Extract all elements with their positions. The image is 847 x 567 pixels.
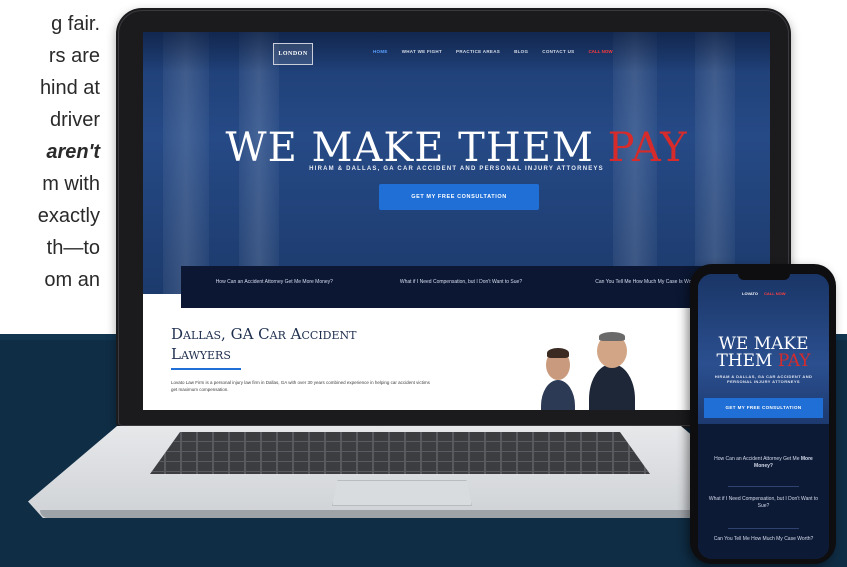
site-navbar: LONDON HOME WHAT WE FIGHT PRACTICE AREAS…	[143, 40, 770, 66]
phone-subheadline: HIRAM & DALLAS, GA CAR ACCIDENT AND PERS…	[714, 374, 813, 385]
article-line: om an	[44, 269, 100, 291]
hero-section: LONDON HOME WHAT WE FIGHT PRACTICE AREAS…	[143, 32, 770, 294]
phone-headline-line2: THEM PAY	[698, 353, 829, 370]
site-logo[interactable]: LONDON	[273, 43, 313, 65]
phone-headline-line2-main: THEM	[716, 351, 778, 371]
section-text: Lovato Law Firm is a personal injury law…	[171, 380, 430, 392]
attorney-photo-left-hair	[547, 348, 569, 358]
phone-headline-accent: PAY	[777, 351, 811, 371]
faq-bar: How Can an Accident Attorney Get Me More…	[181, 266, 741, 308]
article-line: exactly	[37, 205, 100, 227]
phone-faq-list: How Can an Accident Attorney Get Me More…	[698, 424, 829, 559]
nav-home[interactable]: HOME	[373, 48, 388, 56]
site-logo-text: LONDON	[278, 51, 308, 57]
laptop-keyboard-rows	[150, 432, 650, 474]
nav-blog[interactable]: BLOG	[514, 48, 528, 56]
phone-faq-link[interactable]: What if I Need Compensation, but I Don't…	[708, 496, 819, 511]
attorney-photo-right	[589, 364, 635, 410]
article-text-excerpt: g fair. rs are hind at driver aren't m w…	[0, 0, 130, 330]
hero-headline: WE MAKE THEM PAY	[143, 128, 770, 168]
phone-call-link[interactable]: CALL NOW	[764, 292, 785, 296]
phone-faq-divider	[728, 486, 799, 487]
phone-faq-link[interactable]: How Can an Accident Attorney Get Me More…	[708, 456, 819, 471]
phone-headline: WE MAKE THEM PAY	[698, 336, 829, 370]
article-line: th—to	[46, 237, 100, 259]
section-title-underline	[171, 368, 241, 370]
faq-link[interactable]: What if I Need Compensation, but I Don't…	[368, 266, 555, 308]
nav-links: HOME WHAT WE FIGHT PRACTICE AREAS BLOG C…	[373, 48, 613, 56]
phone-free-consultation-button[interactable]: GET MY FREE CONSULTATION	[704, 398, 823, 418]
phone-faq-text: How Can an Accident Attorney Get Me	[714, 456, 801, 462]
hero-subheadline: HIRAM & DALLAS, GA CAR ACCIDENT AND PERS…	[309, 166, 604, 172]
laptop-trackpad	[332, 480, 472, 506]
section-title: Dallas, GA Car Accident Lawyers	[171, 325, 357, 364]
article-line-emphasis: aren't	[46, 141, 100, 163]
free-consultation-button[interactable]: GET MY FREE CONSULTATION	[379, 184, 539, 210]
nav-practice-areas[interactable]: PRACTICE AREAS	[456, 48, 500, 56]
nav-what-we-fight[interactable]: WHAT WE FIGHT	[402, 48, 442, 56]
intro-section: Dallas, GA Car Accident Lawyers Lovato L…	[143, 294, 770, 410]
phone-logo[interactable]: LOVATO	[742, 292, 758, 296]
attorney-photo-left	[541, 380, 575, 410]
phone-faq-divider	[728, 528, 799, 529]
article-line: m with	[42, 173, 100, 195]
nav-phone-link[interactable]: CALL NOW	[588, 48, 612, 56]
article-line: g fair.	[51, 13, 100, 35]
hero-headline-accent: PAY	[607, 125, 688, 171]
nav-contact-us[interactable]: CONTACT US	[542, 48, 574, 56]
faq-link[interactable]: How Can an Accident Attorney Get Me More…	[181, 266, 368, 308]
phone-faq-link[interactable]: Can You Tell Me How Much My Case Worth?	[708, 536, 819, 543]
article-line: driver	[49, 109, 100, 131]
article-line: rs are	[48, 45, 100, 67]
laptop-screen: LONDON HOME WHAT WE FIGHT PRACTICE AREAS…	[143, 32, 770, 410]
phone-notch	[738, 272, 790, 280]
phone-screen: LOVATO CALL NOW WE MAKE THEM PAY HIRAM &…	[698, 274, 829, 559]
laptop-base-edge	[40, 510, 760, 518]
article-line: hind at	[39, 77, 100, 99]
attorney-photo-right-hair	[599, 332, 625, 341]
hero-headline-main: WE MAKE THEM	[225, 125, 608, 171]
